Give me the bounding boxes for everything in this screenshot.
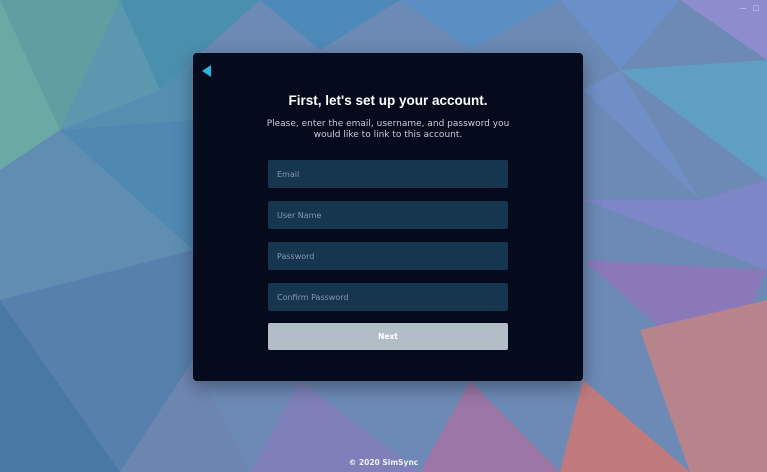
next-button[interactable]: Next — [268, 323, 508, 350]
page-title: First, let's set up your account. — [288, 93, 488, 108]
window-controls[interactable]: — □ — [739, 4, 761, 12]
app-window: — □ First, let's set up your account. Pl… — [0, 0, 767, 472]
instructions-text: Please, enter the email, username, and p… — [266, 119, 510, 140]
copyright-footer: © 2020 SimSync — [348, 458, 419, 467]
email-field[interactable] — [268, 160, 508, 188]
confirm-password-field[interactable] — [268, 283, 508, 311]
username-field[interactable] — [268, 201, 508, 229]
password-field[interactable] — [268, 242, 508, 270]
account-setup-card: First, let's set up your account. Please… — [193, 53, 583, 381]
back-triangle-icon — [202, 65, 211, 77]
back-button[interactable] — [202, 64, 216, 78]
